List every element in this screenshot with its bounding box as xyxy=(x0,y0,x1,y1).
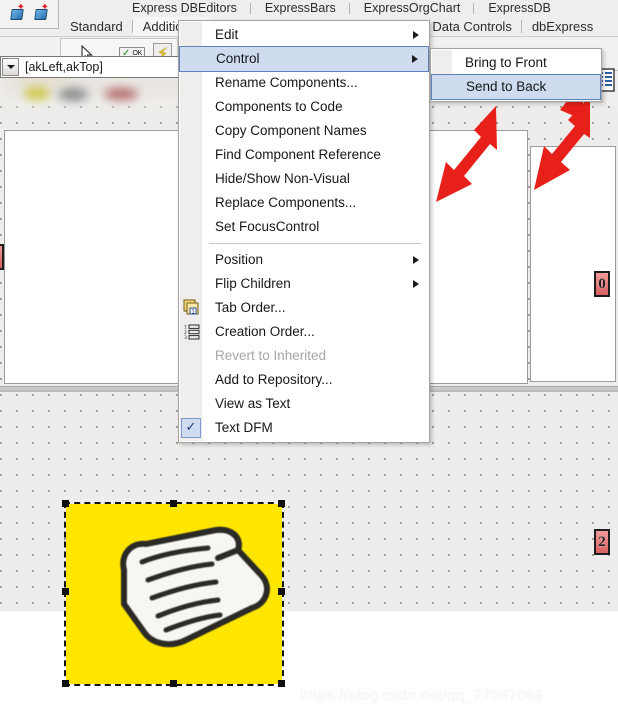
palette-tab-label: Data Controls xyxy=(432,19,512,34)
palette-tab-dbexpress[interactable]: dbExpress xyxy=(522,17,603,36)
svg-text:3: 3 xyxy=(184,335,187,341)
palette-tab-standard[interactable]: Standard xyxy=(60,17,133,36)
menu-item-label: Hide/Show Non-Visual xyxy=(215,171,350,186)
menu-item-replace-components[interactable]: Replace Components... xyxy=(179,191,429,215)
star-glyph: ✦ xyxy=(16,2,25,13)
menu-item-text-dfm[interactable]: ✓ Text DFM xyxy=(179,416,429,440)
ruler-marker-2: 2 xyxy=(594,529,610,555)
image-component[interactable] xyxy=(62,500,285,687)
menu-item-edit[interactable]: Edit xyxy=(179,23,429,47)
annotation-arrow-lower xyxy=(524,94,598,198)
selection-handle-ne[interactable] xyxy=(278,500,285,507)
palette-tab-row1-1[interactable]: ExpressBars xyxy=(251,0,350,17)
palette-tab-label: ExpressDB xyxy=(488,1,551,15)
menu-separator xyxy=(209,243,421,244)
ruler-marker-left-partial xyxy=(0,244,4,270)
selection-handle-s[interactable] xyxy=(170,680,177,687)
anchors-value[interactable]: [akLeft,akTop] xyxy=(19,60,179,74)
palette-tab-label: ExpressBars xyxy=(264,1,336,15)
yellow-hand-bitmap xyxy=(66,504,282,684)
menu-item-position[interactable]: Position xyxy=(179,248,429,272)
menu-item-label: Rename Components... xyxy=(215,75,358,90)
menu-item-add-to-repository[interactable]: Add to Repository... xyxy=(179,368,429,392)
menu-item-hide-show-non-visual[interactable]: Hide/Show Non-Visual xyxy=(179,167,429,191)
menu-item-label: Revert to Inherited xyxy=(215,348,327,363)
toolbar-new-items-group: ✦ ✦ xyxy=(0,0,59,29)
control-submenu[interactable]: Bring to Front Send to Back xyxy=(430,48,602,102)
menu-item-label: Position xyxy=(215,252,264,267)
menu-item-flip-children[interactable]: Flip Children xyxy=(179,272,429,296)
selection-handle-nw[interactable] xyxy=(62,500,69,507)
selection-handle-w[interactable] xyxy=(62,588,69,595)
menu-item-label: Creation Order... xyxy=(215,324,315,339)
palette-tab-data-controls[interactable]: Data Controls xyxy=(422,17,522,36)
menu-item-label: Copy Component Names xyxy=(215,123,367,138)
palette-tab-row1-0[interactable]: Express DBEditors xyxy=(118,0,251,17)
palette-tab-label: Express DBEditors xyxy=(132,1,237,15)
palette-tabs-row-1[interactable]: Express DBEditors ExpressBars ExpressOrgCh… xyxy=(0,0,618,17)
menu-item-label: Components to Code xyxy=(215,99,343,114)
submenu-item-bring-to-front[interactable]: Bring to Front xyxy=(431,51,601,75)
menu-item-control[interactable]: Control xyxy=(179,46,429,72)
menu-item-label: Replace Components... xyxy=(215,195,357,210)
submenu-arrow-icon xyxy=(413,31,419,39)
palette-tab-row1-2[interactable]: ExpressOrgChart xyxy=(350,0,475,17)
menu-item-rename-components[interactable]: Rename Components... xyxy=(179,71,429,95)
menu-item-find-component-reference[interactable]: Find Component Reference xyxy=(179,143,429,167)
selection-handle-n[interactable] xyxy=(170,500,177,507)
menu-item-tab-order[interactable]: 1 Tab Order... xyxy=(179,296,429,320)
menu-item-revert-to-inherited: Revert to Inherited xyxy=(179,344,429,368)
palette-tab-row1-3[interactable]: ExpressDB xyxy=(474,0,565,17)
selection-handle-e[interactable] xyxy=(278,588,285,595)
blue-cube-star-icon[interactable]: ✦ xyxy=(10,2,25,20)
submenu-item-label: Send to Back xyxy=(466,79,547,94)
menu-item-label: Tab Order... xyxy=(215,300,286,315)
submenu-arrow-icon xyxy=(413,280,419,288)
tab-order-icon: 1 xyxy=(183,299,201,317)
menu-item-label: Add to Repository... xyxy=(215,372,333,387)
menu-item-label: Find Component Reference xyxy=(215,147,381,162)
menu-item-label: Set FocusControl xyxy=(215,219,320,234)
object-inspector-value-combo[interactable]: [akLeft,akTop] xyxy=(0,56,180,78)
menu-item-label: Flip Children xyxy=(215,276,291,291)
svg-text:2: 2 xyxy=(184,330,187,336)
menu-item-set-focuscontrol[interactable]: Set FocusControl xyxy=(179,215,429,239)
designer-context-menu[interactable]: Edit Control Rename Components... Component… xyxy=(178,20,430,443)
palette-tab-label: Standard xyxy=(70,19,123,34)
menu-item-label: Edit xyxy=(215,27,239,42)
menu-item-components-to-code[interactable]: Components to Code xyxy=(179,95,429,119)
selection-handle-se[interactable] xyxy=(278,680,285,687)
menu-item-copy-component-names[interactable]: Copy Component Names xyxy=(179,119,429,143)
menu-item-label: Text DFM xyxy=(215,420,273,435)
checkmark-icon: ✓ xyxy=(181,418,201,438)
submenu-arrow-icon xyxy=(412,55,418,63)
watermark-text: https://blog.csdn.net/qq_27057069 xyxy=(300,687,544,704)
creation-order-icon: 123 xyxy=(183,323,201,341)
chevron-down-icon[interactable] xyxy=(2,58,19,76)
menu-item-label: Control xyxy=(216,51,260,66)
annotation-arrow-left xyxy=(434,104,498,204)
ide-window: 0 2 https://blog.csdn.net/qq_27057069 ✓ … xyxy=(0,0,618,704)
palette-tab-label: dbExpress xyxy=(531,19,594,34)
palette-tab-label: ExpressOrgChart xyxy=(363,1,461,15)
submenu-item-label: Bring to Front xyxy=(465,55,547,70)
star-glyph: ✦ xyxy=(40,2,49,13)
menu-item-view-as-text[interactable]: View as Text xyxy=(179,392,429,416)
selection-handle-sw[interactable] xyxy=(62,680,69,687)
svg-text:1: 1 xyxy=(184,325,187,331)
menu-item-label: View as Text xyxy=(215,396,291,411)
submenu-item-send-to-back[interactable]: Send to Back xyxy=(431,74,601,100)
blue-cube-star-icon[interactable]: ✦ xyxy=(34,2,49,20)
submenu-arrow-icon xyxy=(413,256,419,264)
menu-item-creation-order[interactable]: 1 2 3 Creation Order... xyxy=(179,320,429,344)
svg-text:1: 1 xyxy=(191,308,195,315)
ruler-marker-0: 0 xyxy=(594,271,610,297)
